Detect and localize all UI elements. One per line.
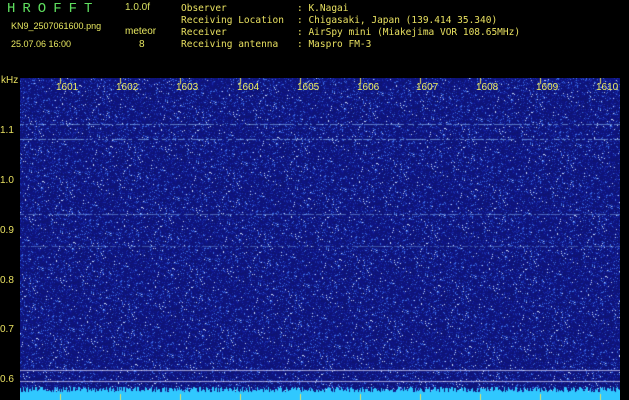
hrofft-window: HROFFT 1.0.0f KN9_2507061600.png meteor … [0,0,629,400]
y-tick-label: 0.6 [0,374,14,385]
y-tick-label: 0.7 [0,324,14,335]
x-tick-label: 1601 [56,82,79,93]
location-label: Receiving Location [181,15,284,26]
y-tick-label: 0.8 [0,275,14,286]
receiver-value: : AirSpy mini (Miakejima VOR 108.65MHz) [297,27,521,38]
y-tick-label: 1.1 [0,125,14,136]
app-title: HROFFT [7,1,100,17]
datetime-label: 25.07.06 16:00 [11,39,72,49]
location-value: : Chigasaki, Japan (139.414 35.340) [297,15,498,26]
filename-label: KN9_2507061600.png [11,21,102,31]
x-tick-label: 1602 [116,82,139,93]
x-tick-label: 1609 [536,82,559,93]
observer-value: : K.Nagai [297,3,349,14]
y-axis-unit: kHz [1,75,19,86]
mode-label: meteor [125,26,157,37]
version-label: 1.0.0f [125,2,151,13]
x-tick-label: 1604 [237,82,260,93]
spectrogram-canvas [20,78,620,400]
x-tick-label: 1606 [357,82,380,93]
antenna-label: Receiving antenna [181,39,279,50]
x-tick-label: 1607 [416,82,439,93]
observer-label: Observer [181,3,227,14]
count-label: 8 [139,39,145,50]
x-tick-label: 1603 [176,82,199,93]
x-tick-label: 1605 [297,82,320,93]
antenna-value: : Maspro FM-3 [297,39,372,50]
y-tick-label: 1.0 [0,175,14,186]
y-tick-label: 0.9 [0,225,14,236]
receiver-label: Receiver [181,27,227,38]
x-tick-label: 1608 [476,82,499,93]
x-tick-label: 1610 [596,82,619,93]
spectrogram-plot[interactable] [20,78,620,400]
